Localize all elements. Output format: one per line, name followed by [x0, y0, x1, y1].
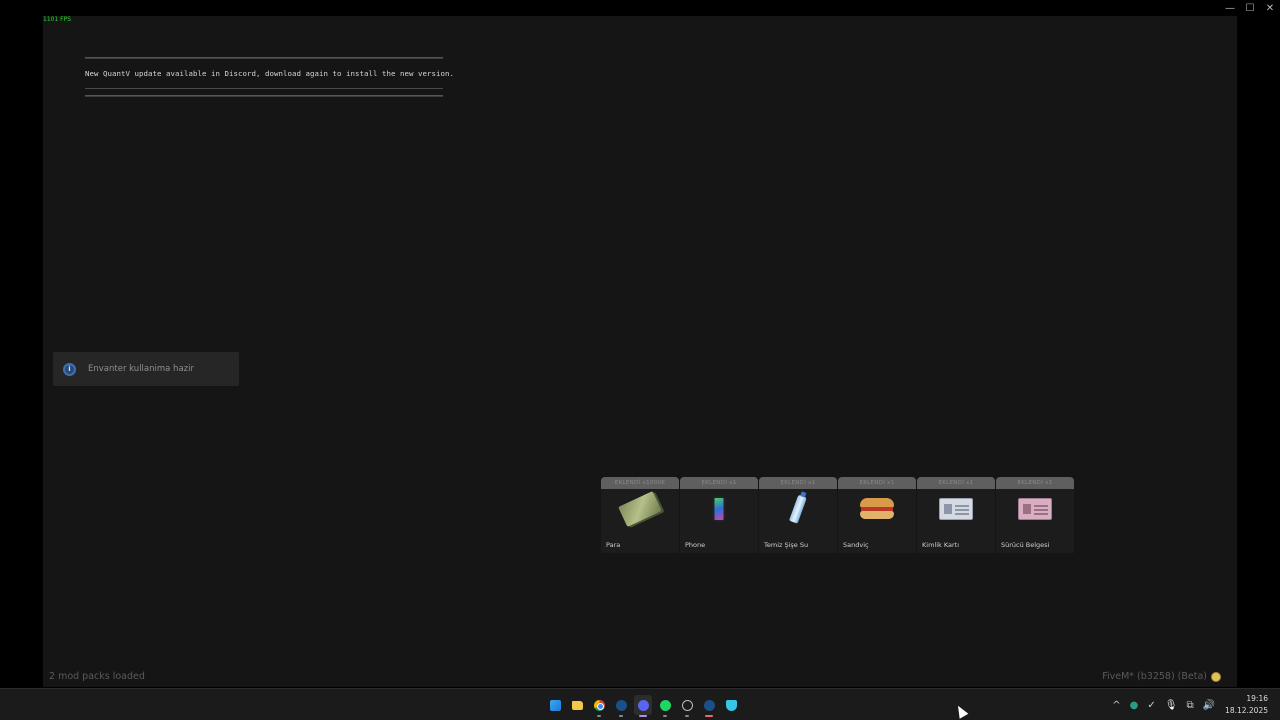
minimize-button[interactable]: — [1220, 0, 1240, 16]
network-icon[interactable]: ⧉ [1186, 700, 1193, 711]
taskbar: ^ ● ✓ 🎙 ⧉ 🔊 19:16 18.12.2025 [0, 688, 1280, 720]
taskbar-apps [546, 695, 740, 717]
slot-header: EKLENDİ x1 [838, 477, 916, 489]
hotbar-slot[interactable]: EKLENDİ x1 Temiz Şişe Su [759, 477, 837, 553]
driver-license-icon [1018, 498, 1052, 520]
steam-button[interactable] [612, 695, 630, 717]
discord-icon [637, 699, 649, 711]
slot-label: Temiz Şişe Su [764, 541, 809, 549]
notice-text: New QuantV update available in Discord, … [85, 69, 454, 78]
hotbar-slot[interactable]: EKLENDİ x1 Sandviç [838, 477, 916, 553]
inventory-hotbar: EKLENDİ x1000K Para EKLENDİ x1 Phone EKL… [601, 477, 1074, 553]
toast-text: Envanter kullanima hazir [88, 364, 194, 374]
clock[interactable]: 19:16 18.12.2025 [1225, 693, 1268, 717]
slot-label: Phone [685, 541, 706, 549]
file-explorer-button[interactable] [568, 695, 586, 715]
shield-icon [725, 699, 737, 711]
notice-divider-bottom [85, 95, 443, 97]
money-icon [618, 491, 662, 527]
close-button[interactable]: ✕ [1260, 0, 1280, 16]
sandwich-icon [860, 498, 894, 520]
slot-label: Kimlik Kartı [922, 541, 960, 549]
system-tray: ^ ● ✓ 🎙 ⧉ 🔊 19:16 18.12.2025 [1112, 689, 1280, 720]
steam-2-button[interactable] [700, 695, 718, 717]
steam-icon [703, 699, 715, 711]
start-button[interactable] [546, 695, 564, 715]
steam-tray-icon[interactable]: ✓ [1147, 700, 1155, 711]
hotbar-slot[interactable]: EKLENDİ x1 Phone [680, 477, 758, 553]
slot-header: EKLENDİ x1 [996, 477, 1074, 489]
notice-divider-mid [85, 88, 443, 89]
fivem-logo-icon [1211, 671, 1221, 682]
slot-label: Sürücü Belgesi [1001, 541, 1050, 549]
slot-header: EKLENDİ x1 [917, 477, 995, 489]
hotbar-slot[interactable]: EKLENDİ x1000K Para [601, 477, 679, 553]
spotify-button[interactable] [656, 695, 674, 717]
microphone-icon[interactable]: 🎙 [1165, 700, 1178, 711]
hotbar-slot[interactable]: EKLENDİ x1 Kimlik Kartı [917, 477, 995, 553]
slot-header: EKLENDİ x1 [759, 477, 837, 489]
chevron-up-icon[interactable]: ^ [1112, 700, 1120, 711]
inventory-toast: i Envanter kullanima hazir [53, 352, 239, 386]
chrome-icon [593, 699, 605, 711]
tray-app-icon[interactable]: ● [1130, 700, 1139, 711]
mod-packs-status: 2 mod packs loaded [49, 671, 145, 682]
slot-label: Sandviç [843, 541, 869, 549]
vpn-button[interactable] [722, 695, 740, 715]
info-icon: i [63, 362, 76, 376]
update-notice: New QuantV update available in Discord, … [85, 57, 454, 97]
spotify-icon [659, 699, 671, 711]
folder-icon [571, 700, 583, 710]
volume-icon[interactable]: 🔊 [1203, 700, 1215, 711]
slot-header: EKLENDİ x1 [680, 477, 758, 489]
clock-time: 19:16 [1246, 694, 1268, 703]
circle-icon [681, 699, 693, 711]
clock-date: 18.12.2025 [1225, 706, 1268, 715]
windows-icon [549, 699, 561, 711]
id-card-icon [939, 498, 973, 520]
water-bottle-icon [788, 494, 808, 524]
steam-icon [615, 699, 627, 711]
maximize-button[interactable]: ☐ [1240, 0, 1260, 16]
slot-header: EKLENDİ x1000K [601, 477, 679, 489]
discord-button[interactable] [634, 695, 652, 717]
game-viewport[interactable]: 1101 FPS New QuantV update available in … [43, 16, 1237, 687]
chrome-button[interactable] [590, 695, 608, 717]
build-text: FiveM* (b3258) (Beta) [1102, 671, 1207, 682]
phone-icon [712, 496, 726, 522]
slot-label: Para [606, 541, 621, 549]
fps-counter: 1101 FPS [43, 16, 72, 23]
build-info: FiveM* (b3258) (Beta) [1102, 671, 1221, 682]
hotbar-slot[interactable]: EKLENDİ x1 Sürücü Belgesi [996, 477, 1074, 553]
screen: — ☐ ✕ 1101 FPS New QuantV update availab… [0, 0, 1280, 720]
app-button[interactable] [678, 695, 696, 717]
window-controls: — ☐ ✕ [1220, 0, 1280, 16]
